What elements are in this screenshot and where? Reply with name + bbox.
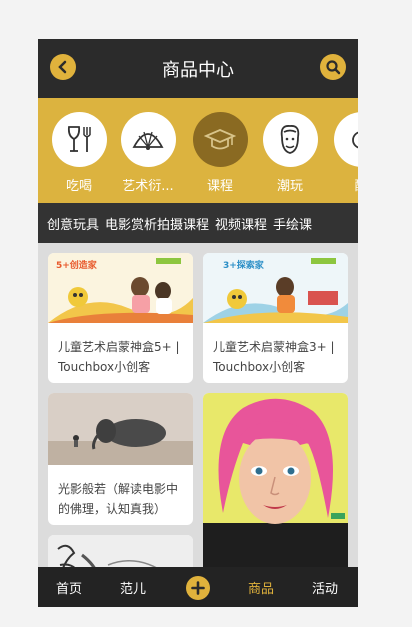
tab-style[interactable]: 范儿 bbox=[120, 578, 146, 597]
product-card[interactable] bbox=[203, 393, 348, 578]
product-title: 儿童艺术启蒙神盒3+ | Touchbox小创客 bbox=[213, 340, 335, 374]
subnav-item[interactable]: 创意玩具 bbox=[47, 214, 99, 233]
product-badge: 3+探索家 bbox=[223, 261, 264, 271]
app-header: 商品中心 bbox=[38, 39, 358, 98]
graduation-cap-icon bbox=[204, 128, 236, 149]
category-item-art[interactable]: 艺术衍... bbox=[118, 112, 178, 194]
product-card[interactable]: 光影般若（解读电影中的佛理，认知真我） bbox=[48, 393, 193, 525]
category-label: 艺术衍... bbox=[122, 179, 174, 194]
fan-icon bbox=[132, 131, 164, 150]
category-label: 潮玩 bbox=[276, 179, 303, 194]
subnav-item[interactable]: 手绘课 bbox=[273, 214, 312, 233]
sub-navigation: 创意玩具 电影赏析拍摄课程 视频课程 手绘课 bbox=[38, 203, 358, 243]
product-title: 光影般若（解读电影中的佛理，认知真我） bbox=[58, 482, 179, 516]
product-image bbox=[48, 393, 193, 465]
category-label: 吃喝 bbox=[65, 179, 92, 194]
tab-home[interactable]: 首页 bbox=[56, 578, 82, 597]
tab-events[interactable]: 活动 bbox=[312, 578, 338, 597]
category-item-partial[interactable]: 配 bbox=[331, 112, 358, 194]
wineglass-fork-icon bbox=[67, 125, 91, 152]
category-item-course[interactable]: 课程 bbox=[190, 112, 250, 194]
category-label: 课程 bbox=[206, 179, 233, 194]
category-label: 配 bbox=[331, 175, 358, 194]
page-title: 商品中心 bbox=[162, 59, 234, 81]
subnav-item[interactable]: 电影赏析拍摄课程 bbox=[105, 214, 209, 233]
product-title: 儿童艺术启蒙神盒5+ | Touchbox小创客 bbox=[58, 340, 180, 374]
product-card[interactable]: 5+创造家 儿童艺术启蒙神盒5+ | Touchbox小创客 bbox=[48, 253, 193, 383]
category-item-food[interactable]: 吃喝 bbox=[49, 112, 109, 194]
tab-goods[interactable]: 商品 bbox=[248, 578, 274, 597]
add-button[interactable] bbox=[186, 576, 210, 600]
product-image bbox=[203, 393, 348, 578]
product-badge: 5+创造家 bbox=[56, 261, 97, 271]
face-icon bbox=[280, 124, 300, 154]
category-item-trendy[interactable]: 潮玩 bbox=[260, 112, 320, 194]
bottom-tab-bar: 首页 范儿 商品 活动 bbox=[38, 567, 358, 607]
search-icon bbox=[326, 60, 341, 75]
phone-screen: 商品中心 吃喝 艺术衍... 课程 潮玩 创意玩具 电影赏析拍摄课程 视频课程 … bbox=[38, 39, 358, 607]
product-card[interactable]: 3+探索家 儿童艺术启蒙神盒3+ | Touchbox小创客 bbox=[203, 253, 348, 383]
subnav-item[interactable]: 视频课程 bbox=[215, 214, 267, 233]
back-button[interactable] bbox=[50, 54, 76, 80]
category-strip: 吃喝 艺术衍... 课程 潮玩 bbox=[38, 98, 358, 203]
partial-icon bbox=[352, 131, 358, 148]
plus-icon bbox=[191, 581, 205, 595]
chevron-left-icon bbox=[58, 60, 67, 74]
search-button[interactable] bbox=[320, 54, 346, 80]
